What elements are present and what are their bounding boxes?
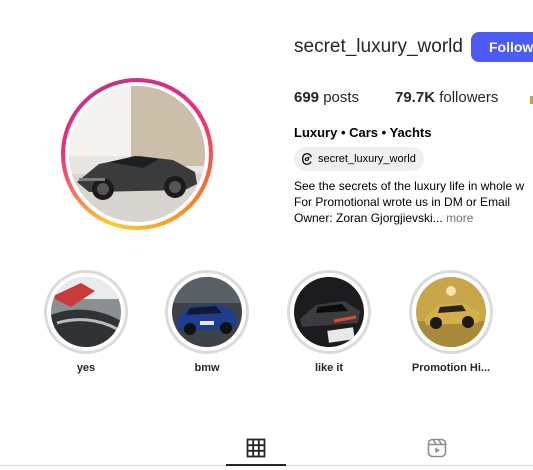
threads-icon [302,153,312,165]
highlight-label: Promotion Hi... [411,362,491,374]
highlight-label: yes [76,362,96,374]
bio-line-last: Owner: Zoran Gjorgjievski... more [294,210,524,226]
profile-bio: See the secrets of the luxury life in wh… [294,178,524,226]
highlight-cover [416,277,486,347]
followers-count: 79.7K [395,89,436,106]
bio-line: See the secrets of the luxury life in wh… [294,179,525,193]
posts-count: 699 [294,89,320,106]
more-link[interactable]: more [446,211,473,225]
car-photo [69,86,205,222]
posts-label: posts [323,89,360,106]
reels-icon [427,438,447,458]
avatar [69,86,205,222]
highlight-item[interactable]: like it [287,270,371,374]
highlight-cover [172,277,242,347]
active-tab-indicator [226,464,286,466]
tab-reels[interactable] [427,438,447,458]
profile-username: secret_luxury_world [294,36,463,57]
highlight-item[interactable]: Promotion Hi... [409,270,493,374]
profile-avatar-ring[interactable] [61,78,213,230]
grid-icon [246,438,266,458]
threads-link[interactable]: secret_luxury_world [294,147,424,171]
highlight-cover [51,277,121,347]
posts-stat: 699 posts [294,89,359,106]
highlight-label: bmw [194,362,220,374]
follow-button[interactable]: Follow [471,32,533,62]
bio-line: Owner: Zoran Gjorgjievski... [294,211,443,225]
highlight-label: like it [314,362,344,374]
tab-posts[interactable] [246,438,266,458]
threads-handle: secret_luxury_world [318,153,416,165]
bio-line: For Promotional wrote us in DM or Email [294,195,511,209]
highlight-item[interactable]: yes [44,270,128,374]
highlight-item[interactable]: bmw [165,270,249,374]
followers-label: followers [439,89,499,106]
followers-stat[interactable]: 79.7K followers [395,89,498,106]
profile-full-name: Luxury • Cars • Yachts [294,125,432,140]
highlight-cover [294,277,364,347]
